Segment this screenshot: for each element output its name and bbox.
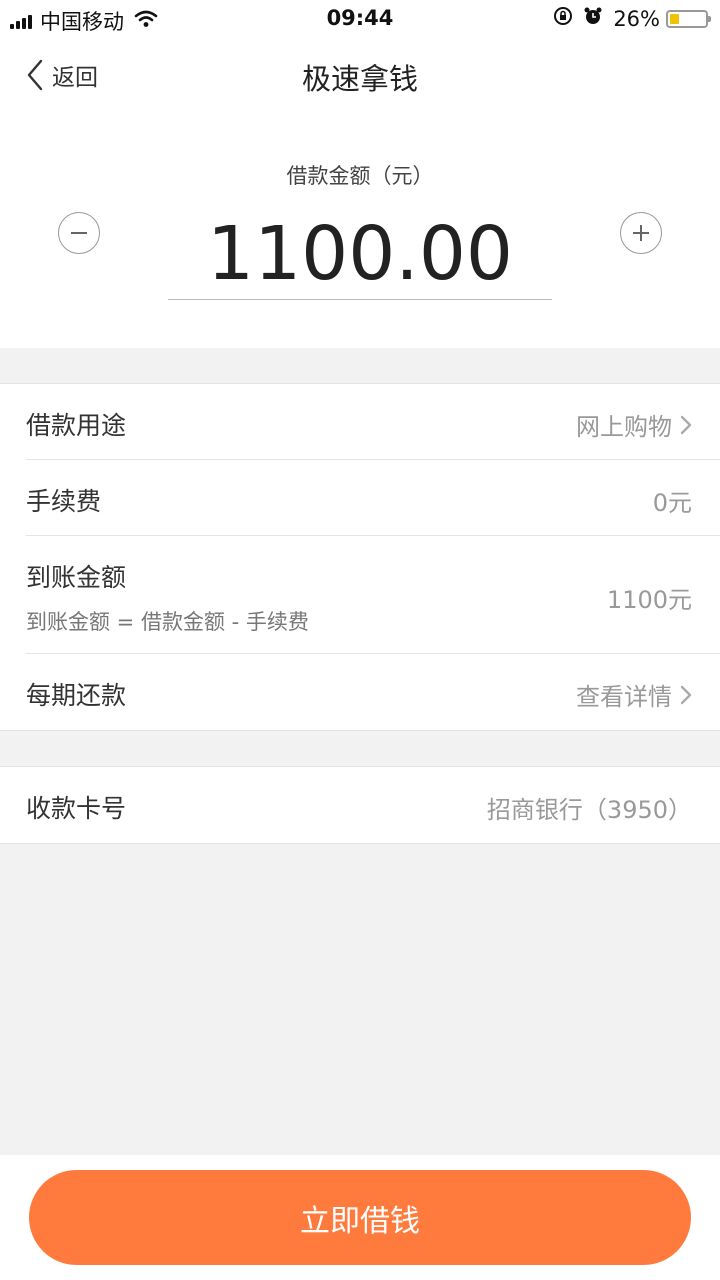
amount-label: 借款金额（元） xyxy=(286,164,434,188)
repayment-row[interactable]: 每期还款 查看详情 xyxy=(26,654,720,730)
fee-row: 手续费 0元 xyxy=(26,460,720,536)
received-amount-value: 1100元 xyxy=(606,586,692,614)
card-row[interactable]: 收款卡号 招商银行（3950） xyxy=(26,767,720,843)
card-value: 招商银行（3950） xyxy=(486,796,692,824)
chevron-right-icon xyxy=(680,685,692,704)
rotation-lock-icon xyxy=(553,6,573,31)
battery-level xyxy=(670,13,679,24)
borrow-now-button[interactable]: 立即借钱 xyxy=(29,1170,691,1265)
status-bar: 中国移动 09:44 26% xyxy=(0,0,720,38)
received-amount-formula: 到账金额 = 借款金额 - 手续费 xyxy=(26,610,309,634)
chevron-right-icon xyxy=(680,415,692,434)
purpose-value: 网上购物 xyxy=(576,407,692,442)
received-amount-label: 到账金额 xyxy=(26,563,127,592)
bottom-bar: 立即借钱 xyxy=(0,1155,720,1280)
repayment-label: 每期还款 xyxy=(26,681,127,710)
purpose-row[interactable]: 借款用途 网上购物 xyxy=(26,384,720,460)
fee-value: 0元 xyxy=(652,489,692,517)
fee-label: 手续费 xyxy=(26,487,102,516)
received-amount-row: 到账金额 到账金额 = 借款金额 - 手续费 1100元 xyxy=(26,536,720,654)
minus-icon xyxy=(71,232,87,234)
card-group: 收款卡号 招商银行（3950） xyxy=(0,766,720,844)
plus-icon xyxy=(633,225,649,241)
repayment-value-text: 查看详情 xyxy=(576,683,672,711)
card-label: 收款卡号 xyxy=(26,794,127,823)
battery-icon xyxy=(666,9,711,28)
nav-bar: 返回 极速拿钱 xyxy=(0,38,720,114)
page-title: 极速拿钱 xyxy=(301,62,418,96)
status-right: 26% xyxy=(553,6,711,31)
repayment-value: 查看详情 xyxy=(576,677,692,712)
loan-details-group: 借款用途 网上购物 手续费 0元 到账金额 到账金额 = 借款金额 - 手续费 … xyxy=(0,383,720,731)
amount-input[interactable]: 1100.00 xyxy=(168,210,552,300)
purpose-value-text: 网上购物 xyxy=(576,413,672,441)
top-panel: 中国移动 09:44 26% 返回 极速拿钱 借款金额（元） 1100.00 xyxy=(0,0,720,348)
battery-percent: 26% xyxy=(613,6,660,31)
increase-amount-button[interactable] xyxy=(620,212,662,254)
alarm-icon xyxy=(583,6,603,31)
decrease-amount-button[interactable] xyxy=(58,212,100,254)
purpose-label: 借款用途 xyxy=(26,411,127,440)
